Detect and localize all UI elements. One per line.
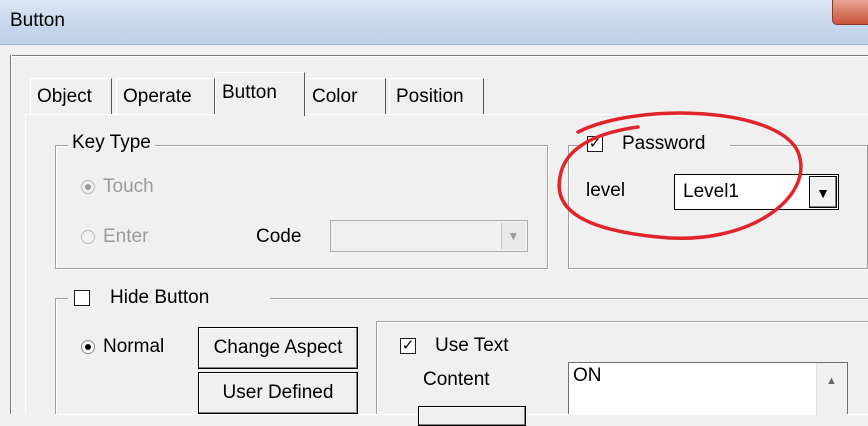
change-aspect-button[interactable]: Change Aspect — [198, 327, 358, 369]
code-label: Code — [256, 226, 302, 247]
tab-button-label: Button — [222, 82, 277, 103]
scroll-up-arrow-icon[interactable]: ▲ — [826, 375, 837, 387]
touch-radio[interactable] — [81, 180, 95, 194]
content-label: Content — [423, 369, 490, 390]
window-title: Button — [10, 10, 65, 31]
content-extra-button[interactable] — [418, 406, 526, 426]
enter-radio[interactable] — [81, 230, 95, 244]
enter-label: Enter — [103, 226, 149, 247]
content-value: ON — [573, 365, 602, 386]
tab-object-label: Object — [37, 86, 92, 107]
tab-position[interactable]: Position — [389, 78, 484, 114]
normal-label: Normal — [103, 336, 165, 357]
tab-button[interactable]: Button — [215, 72, 305, 116]
tab-operate[interactable]: Operate — [116, 78, 215, 114]
tab-color[interactable]: Color — [305, 78, 386, 114]
tab-panel-border-left — [25, 114, 26, 414]
content-scrollbar[interactable]: ▲ — [816, 363, 847, 415]
hide-button-label: Hide Button — [110, 287, 210, 308]
tab-color-label: Color — [312, 86, 358, 107]
normal-radio[interactable] — [81, 340, 95, 354]
change-aspect-label: Change Aspect — [213, 337, 343, 358]
touch-label: Touch — [103, 176, 154, 197]
chevron-down-icon[interactable]: ▼ — [501, 223, 525, 249]
close-button[interactable] — [832, 0, 868, 25]
dialog-frame-top-highlight — [11, 56, 868, 57]
title-bar — [0, 0, 868, 45]
user-defined-label: User Defined — [222, 382, 334, 403]
tab-object[interactable]: Object — [30, 78, 112, 114]
user-defined-button[interactable]: User Defined — [198, 372, 358, 414]
dialog-frame-left-highlight — [11, 55, 12, 414]
tab-operate-label: Operate — [123, 86, 192, 107]
use-text-checkbox[interactable]: ✓ — [400, 338, 416, 354]
red-ellipse-annotation — [557, 111, 803, 240]
key-type-legend: Key Type — [68, 132, 155, 154]
use-text-label: Use Text — [435, 335, 509, 356]
content-textarea[interactable]: ON ▲ — [568, 362, 848, 415]
tab-position-label: Position — [396, 86, 464, 107]
code-select[interactable]: ▼ — [330, 220, 528, 252]
hide-button-checkbox[interactable] — [74, 290, 90, 306]
